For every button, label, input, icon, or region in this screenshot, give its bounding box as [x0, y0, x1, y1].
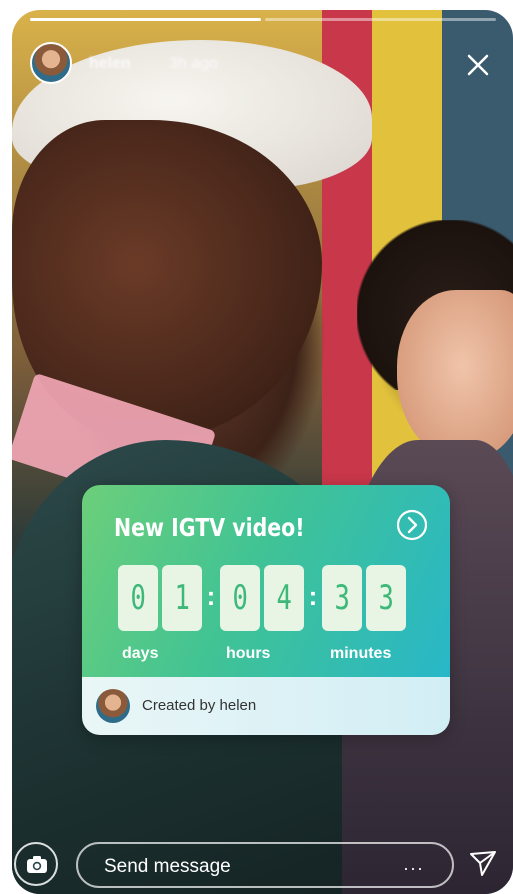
message-placeholder: Send message — [104, 856, 231, 877]
unit-label-minutes: minutes — [330, 645, 392, 662]
digit-minutes-ones-text: 3 — [378, 578, 394, 618]
digit-minutes-tens-text: 3 — [334, 578, 350, 618]
digit-minutes-ones: 3 — [366, 565, 406, 631]
chevron-right-icon[interactable] — [396, 509, 428, 541]
digit-hours-ones-text: 4 — [276, 578, 292, 618]
story-progress — [30, 18, 496, 21]
message-input[interactable]: Send message ··· — [76, 842, 454, 888]
digit-days-tens-text: 0 — [130, 578, 146, 618]
digit-hours-tens: 0 — [220, 565, 260, 631]
progress-segment-1 — [30, 18, 261, 21]
story-card: helen 3h ago New IGTV video! 0 1 : 0 4 :… — [12, 10, 513, 894]
sticker-header: New IGTV video! 0 1 : 0 4 : 3 3 days hou… — [82, 485, 450, 677]
digit-days-ones: 1 — [162, 565, 202, 631]
digit-days-ones-text: 1 — [174, 578, 190, 618]
unit-label-days: days — [122, 645, 159, 662]
unit-label-hours: hours — [226, 645, 271, 662]
close-icon[interactable] — [463, 50, 493, 80]
username[interactable]: helen — [89, 55, 131, 73]
sticker-creator-bar[interactable]: Created by helen — [82, 677, 450, 735]
digit-hours-ones: 4 — [264, 565, 304, 631]
more-icon[interactable]: ··· — [403, 858, 424, 879]
profile-avatar[interactable] — [30, 42, 72, 84]
progress-segment-2 — [265, 18, 496, 21]
camera-icon — [27, 856, 47, 873]
send-icon[interactable] — [468, 848, 498, 878]
separator-colon: : — [206, 581, 216, 611]
creator-label: Created by helen — [142, 697, 257, 714]
digit-hours-tens-text: 0 — [232, 578, 248, 618]
sticker-title: New IGTV video! — [114, 513, 305, 542]
timestamp: 3h ago — [169, 55, 218, 72]
progress-fill-1 — [30, 18, 261, 21]
separator-colon: : — [308, 581, 318, 611]
digit-days-tens: 0 — [118, 565, 158, 631]
countdown-sticker[interactable]: New IGTV video! 0 1 : 0 4 : 3 3 days hou… — [82, 485, 450, 735]
camera-button[interactable] — [14, 842, 58, 886]
creator-avatar — [96, 689, 130, 723]
background-woman-face — [397, 290, 513, 460]
digit-minutes-tens: 3 — [322, 565, 362, 631]
